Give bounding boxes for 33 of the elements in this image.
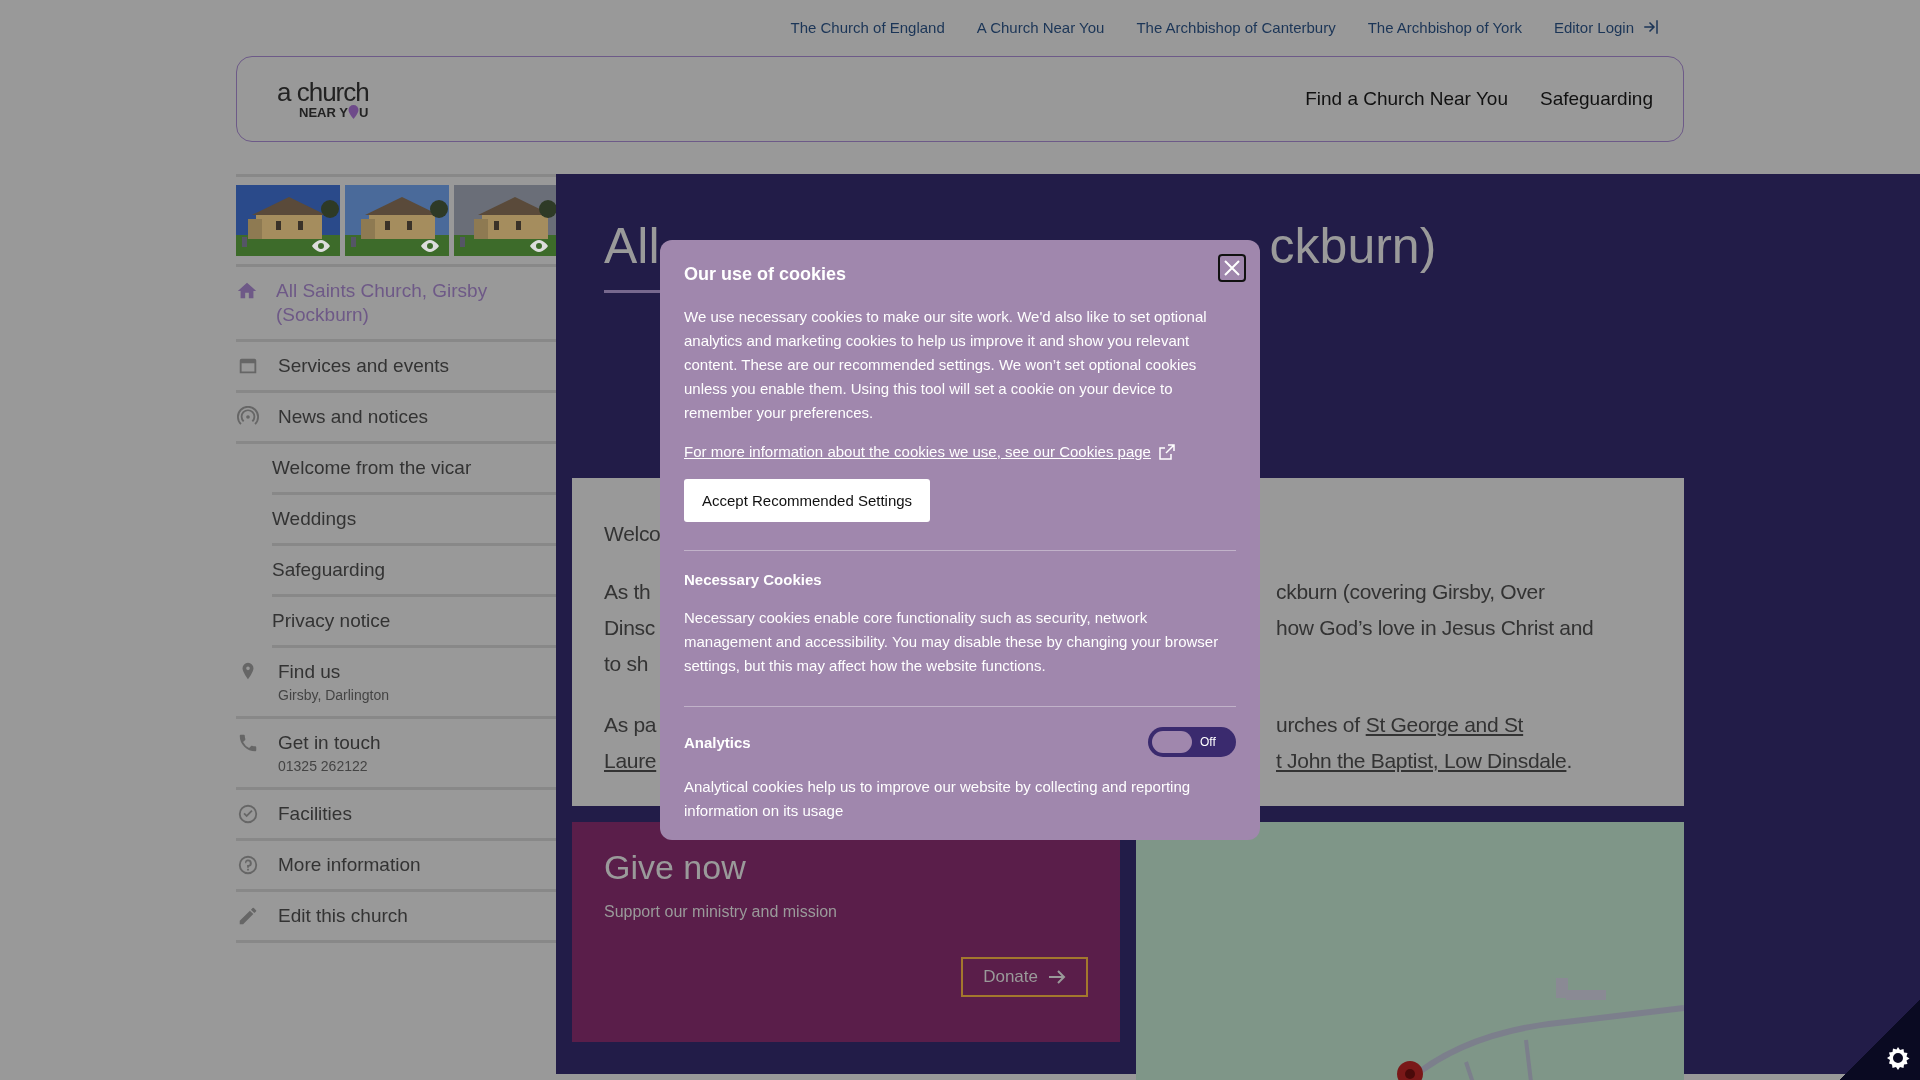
section-text: Necessary cookies enable core functionality such as security, network management and accessibility. You may disable these by changing your browser settings, but this may affect how the website functions. — [684, 608, 1220, 676]
top-link[interactable]: The Church of England — [790, 17, 945, 37]
welcome-text: As th — [604, 579, 651, 605]
give-text: Support our ministry and mission — [604, 903, 838, 921]
cookies-page-link[interactable]: For more information about the cookies we use, see our Cookies page — [684, 443, 1175, 460]
top-link[interactable]: The Archbishop of Canterbury — [1136, 17, 1336, 37]
welcome-text: ckburn (covering Girsby, Over — [1276, 579, 1545, 605]
church-link[interactable]: t John the Baptist, Low Dinsdale — [1276, 746, 1567, 776]
analytics-toggle[interactable]: Off — [1148, 727, 1236, 757]
accept-button[interactable]: Accept Recommended Settings — [684, 479, 931, 522]
nav-link[interactable]: Find a Church Near You — [1305, 88, 1508, 110]
dialog-title: Our use of cookies — [684, 264, 847, 285]
page-title: ckburn) — [1269, 217, 1437, 276]
welcome-text: Welco — [604, 521, 661, 547]
section-title: Necessary Cookies — [684, 571, 822, 588]
welcome-text: Dinsc — [604, 615, 655, 641]
logo[interactable]: a church NEAR Y U — [277, 79, 369, 119]
top-link[interactable]: Editor Login — [1553, 17, 1660, 37]
welcome-text: . — [1566, 748, 1572, 774]
section-text: Analytical cookies help us to improve our website by collecting and reporting information on its usage — [684, 777, 1192, 821]
welcome-text: As pa — [604, 712, 657, 738]
give-title: Give now — [604, 848, 747, 887]
top-link[interactable]: The Archbishop of York — [1367, 17, 1522, 37]
section-title: Analytics — [684, 733, 751, 751]
church-link[interactable]: Laure — [604, 746, 657, 776]
welcome-text: urches of — [1276, 712, 1360, 738]
welcome-text: how God’s love in Jesus Christ and — [1276, 615, 1594, 641]
welcome-text: to sh — [604, 651, 649, 677]
donate-button[interactable]: Donate — [961, 957, 1088, 997]
top-link[interactable]: A Church Near You — [976, 17, 1105, 37]
nav-link[interactable]: Safeguarding — [1539, 88, 1653, 110]
church-link[interactable]: St George and St — [1365, 710, 1524, 740]
dialog-text: We use necessary cookies to make our site work. We'd also like to set optional analytics and marketing cookies to help us improve it and show you relevant content. These are our recommended settings. We won’t set optional cookies unless you enable them. Using this tool will set a cookie on your device to remember your preferences. — [684, 307, 1208, 423]
